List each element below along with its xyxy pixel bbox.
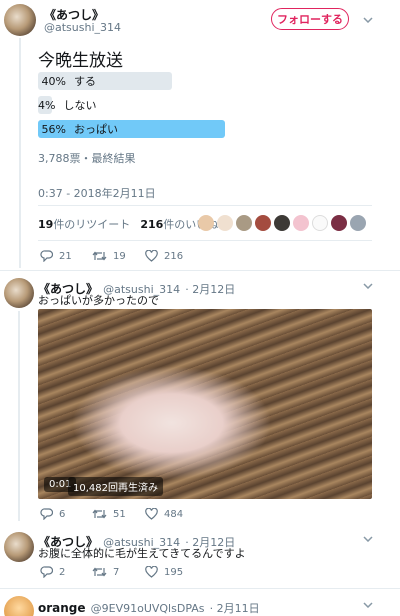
avatar[interactable] xyxy=(331,215,347,231)
tweet-date[interactable]: · 2月12日 xyxy=(185,283,235,296)
reply-action[interactable]: 2 xyxy=(40,566,65,578)
chevron-down-icon[interactable] xyxy=(362,14,374,26)
reply-count: 2 xyxy=(59,566,66,578)
avatar[interactable] xyxy=(350,215,366,231)
like-count: 195 xyxy=(164,566,184,578)
thread-line xyxy=(18,311,20,521)
divider xyxy=(38,240,372,241)
like-action[interactable]: 195 xyxy=(145,566,183,578)
user-handle[interactable]: @9EV91oUVQlsDPAs xyxy=(91,602,205,615)
poll-option-label: しない xyxy=(63,99,97,112)
heart-icon xyxy=(145,250,158,262)
poll: 40% する 4% しない 56% おっぱい xyxy=(38,72,358,138)
retweets-label: 件のリツイート xyxy=(53,218,131,231)
tweet-date[interactable]: · 2月11日 xyxy=(210,602,260,615)
reply-text: お腹に全体的に毛が生えてきてるんですよ xyxy=(38,547,246,560)
avatar[interactable] xyxy=(4,532,34,562)
tweet-timestamp[interactable]: 0:37 - 2018年2月11日 xyxy=(38,185,156,201)
divider xyxy=(38,205,372,206)
video-views: 10,482回再生済み xyxy=(68,477,163,496)
reply-icon xyxy=(40,508,53,520)
poll-option: 40% する xyxy=(38,72,172,90)
like-count: 216 xyxy=(164,250,184,262)
avatar[interactable] xyxy=(236,215,252,231)
retweet-count: 7 xyxy=(113,566,120,578)
reply-icon xyxy=(40,250,53,262)
chevron-down-icon[interactable] xyxy=(362,533,374,545)
retweet-count: 19 xyxy=(113,250,126,262)
heart-icon xyxy=(145,508,158,520)
chevron-down-icon[interactable] xyxy=(362,599,374,611)
avatar[interactable] xyxy=(198,215,214,231)
reply-action[interactable]: 6 xyxy=(40,508,65,520)
reply-action[interactable]: 21 xyxy=(40,250,72,262)
thread-line xyxy=(19,38,21,268)
avatar[interactable] xyxy=(4,278,34,308)
user-handle[interactable]: @atsushi_314 xyxy=(44,21,121,34)
reply-text: おっぱいが多かったので xyxy=(38,294,159,307)
retweet-action[interactable]: 51 xyxy=(92,508,126,520)
reply-count: 6 xyxy=(59,508,66,520)
reply-count: 21 xyxy=(59,250,72,262)
avatar[interactable] xyxy=(255,215,271,231)
avatar[interactable] xyxy=(312,215,328,231)
poll-option-label: する xyxy=(74,75,96,88)
avatar[interactable] xyxy=(4,4,36,36)
poll-option-percent: 40% xyxy=(41,74,66,88)
avatar[interactable] xyxy=(4,596,34,616)
poll-option-percent: 4% xyxy=(38,98,56,112)
follow-button-label: フォローする xyxy=(277,13,343,26)
poll-option-label: おっぱい xyxy=(74,123,118,136)
retweets-stat[interactable]: 19件のリツイート xyxy=(38,216,130,232)
poll-option-percent: 56% xyxy=(41,122,66,136)
tweet-text: 今晩生放送 xyxy=(38,51,123,71)
divider xyxy=(0,588,400,589)
reply-header: orange @9EV91oUVQlsDPAs · 2月11日 xyxy=(38,597,260,616)
chevron-down-icon[interactable] xyxy=(362,280,374,292)
like-count: 484 xyxy=(164,508,184,520)
likes-count: 216 xyxy=(140,218,164,231)
liker-avatars xyxy=(198,215,366,231)
like-action[interactable]: 484 xyxy=(145,508,183,520)
retweet-icon xyxy=(92,567,107,577)
like-action[interactable]: 216 xyxy=(145,250,183,262)
avatar[interactable] xyxy=(274,215,290,231)
follow-button[interactable]: フォローする xyxy=(271,8,349,30)
tweet-stats: 19件のリツイート 216件のいいね xyxy=(38,216,218,232)
avatar[interactable] xyxy=(293,215,309,231)
retweet-count: 51 xyxy=(113,508,126,520)
poll-option-winner: 56% おっぱい xyxy=(38,120,225,138)
retweet-icon xyxy=(92,509,107,519)
heart-icon xyxy=(145,566,158,578)
display-name[interactable]: orange xyxy=(38,601,86,615)
retweet-action[interactable]: 19 xyxy=(92,250,126,262)
divider xyxy=(0,270,400,271)
retweet-action[interactable]: 7 xyxy=(92,566,119,578)
reply-icon xyxy=(40,566,53,578)
video-player[interactable]: 0:01 10,482回再生済み xyxy=(38,309,372,499)
poll-summary: 3,788票・最終結果 xyxy=(38,152,136,165)
retweet-icon xyxy=(92,251,107,261)
retweets-count: 19 xyxy=(38,218,54,231)
poll-option: 4% しない xyxy=(38,96,96,114)
avatar[interactable] xyxy=(217,215,233,231)
